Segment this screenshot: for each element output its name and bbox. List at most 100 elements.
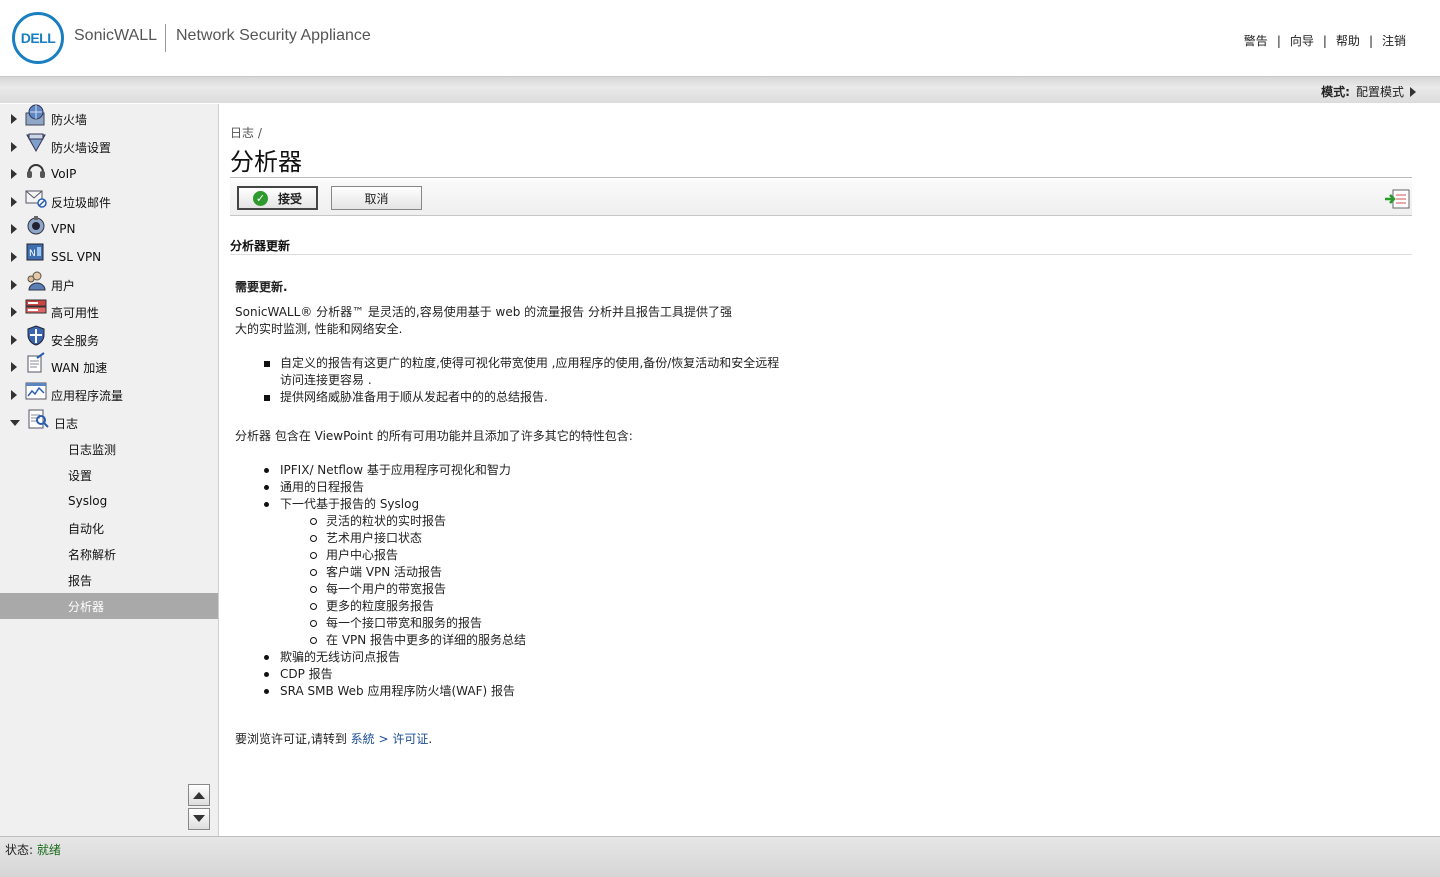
lock-icon [25,214,47,236]
sidebar-item-users[interactable]: 用户 [0,271,218,298]
sidebar-item-label: 防火墙设置 [51,140,112,155]
mode-selector[interactable]: 模式: 配置模式 [1321,83,1416,100]
export-icon[interactable] [1384,189,1410,209]
toolbar: ✓ 接受 取消 [230,180,1412,216]
sidebar-item-antispam[interactable]: 反垃圾邮件 [0,189,218,215]
expand-arrow-icon[interactable] [11,114,17,124]
sidebar-subitem-automation[interactable]: 自动化 [0,515,218,541]
firewall-icon [25,104,47,126]
sidebar-item-log[interactable]: 日志 [0,409,218,436]
logout-link[interactable]: 注销 [1382,32,1406,49]
section-divider [230,254,1412,255]
accept-button[interactable]: ✓ 接受 [237,186,318,210]
section-title: 分析器更新 [230,239,291,253]
sidebar-item-ssl-vpn[interactable]: N SSL VPN [0,242,218,270]
sidebar-item-label: 高可用性 [51,305,100,320]
shield-icon [25,325,47,347]
collapse-arrow-icon[interactable] [10,420,20,426]
headset-icon [25,159,47,181]
sub-list-item: 用户中心报告 [306,547,755,564]
sidebar-subitem-reports[interactable]: 报告 [0,567,218,593]
expand-arrow-icon[interactable] [11,224,17,234]
expand-arrow-icon[interactable] [11,197,17,207]
sidebar-item-label: SSL VPN [51,250,102,264]
alerts-link[interactable]: 警告 [1244,32,1268,49]
list-item-text: 下一代基于报告的 Syslog [280,497,420,511]
license-suffix: . [428,732,433,746]
sidebar-item-high-availability[interactable]: 高可用性 [0,299,218,325]
need-update-heading: 需要更新. [235,280,288,294]
sub-list-item: 客户端 VPN 活动报告 [306,564,755,581]
expand-arrow-icon[interactable] [11,335,17,345]
sidebar-item-firewall[interactable]: 防火墙 [0,104,218,132]
scroll-up-button[interactable] [188,784,210,806]
sidebar-item-firewall-settings[interactable]: 防火墙设置 [0,133,218,160]
sidebar: 防火墙 防火墙设置 VoIP 反垃圾邮件 VPN N SSL VPN 用户 高可… [0,104,219,836]
wizard-link[interactable]: 向导 [1290,32,1314,49]
top-links: 警告 | 向导 | 帮助 | 注销 [1244,32,1406,49]
sidebar-item-vpn[interactable]: VPN [0,216,218,242]
sidebar-item-label: 应用程序流量 [51,388,124,403]
sidebar-subitem-name-resolution[interactable]: 名称解析 [0,541,218,567]
document-arrow-icon [25,352,47,374]
arrow-down-icon [193,815,205,822]
list-item: 下一代基于报告的 Syslog 灵活的粒状的实时报告 艺术用户接口状态 用户中心… [261,496,755,649]
sub-list-item: 在 VPN 报告中更多的详细的服务总结 [306,632,755,649]
expand-arrow-icon[interactable] [11,252,17,262]
system-link[interactable]: 系統 [351,732,375,746]
expand-arrow-icon[interactable] [11,142,17,152]
sidebar-subitem-settings[interactable]: 设置 [0,462,218,488]
expand-arrow-icon[interactable] [11,280,17,290]
license-link[interactable]: > 许可证 [379,732,429,746]
sidebar-item-label: VPN [51,222,76,236]
analyzer-description: 需要更新. SonicWALL® 分析器™ 是灵活的,容易使用基于 web 的流… [235,279,779,748]
list-item: CDP 报告 [261,666,755,683]
sidebar-item-security-services[interactable]: 安全服务 [0,325,218,353]
expand-arrow-icon[interactable] [11,390,17,400]
sub-list-item: 更多的粒度服务报告 [306,598,755,615]
status-value: 就绪 [36,843,61,857]
app-header: DELL SonicWALL Network Security Applianc… [0,0,1440,76]
license-note: 要浏览许可证,请转到 系統 > 许可证. [235,731,755,748]
sidebar-item-wan-acceleration[interactable]: WAN 加速 [0,352,218,380]
mail-icon [25,187,47,209]
sidebar-item-label: VoIP [51,167,77,181]
expand-arrow-icon[interactable] [11,362,17,372]
expand-arrow-icon[interactable] [11,307,17,317]
status-text: 状态: 就绪 [5,841,61,858]
syslog-sub-list: 灵活的粒状的实时报告 艺术用户接口状态 用户中心报告 客户端 VPN 活动报告 … [306,513,755,649]
list-item: IPFIX/ Netflow 基于应用程序可视化和智力 [261,462,755,479]
link-separator: | [1322,33,1327,48]
sidebar-item-voip[interactable]: VoIP [0,161,218,187]
sub-list-item: 每一个接口带宽和服务的报告 [306,615,755,632]
ssl-vpn-icon: N [25,242,47,264]
sidebar-subitem-log-monitor[interactable]: 日志监测 [0,436,218,462]
scroll-down-button[interactable] [188,808,210,830]
sidebar-subitem-analyzer[interactable]: 分析器 [0,593,218,619]
logo-text: DELL [20,30,56,46]
sidebar-item-label: 防火墙 [51,112,88,127]
sidebar-item-label: 反垃圾邮件 [51,195,112,210]
title-divider [230,177,1412,178]
sidebar-item-app-flow[interactable]: 应用程序流量 [0,382,218,408]
sidebar-subitem-syslog[interactable]: Syslog [0,488,218,514]
product-name: Network Security Appliance [176,27,371,44]
dell-logo: DELL [12,12,64,64]
sidebar-item-label: WAN 加速 [51,360,108,375]
mode-label: 模式: [1321,85,1350,99]
link-separator: | [1276,33,1281,48]
breadcrumb: 日志 / [230,126,262,140]
list-item: SRA SMB Web 应用程序防火墙(WAF) 报告 [261,683,755,700]
brand-name: SonicWALL [74,27,157,44]
intro-text: SonicWALL® 分析器™ 是灵活的,容易使用基于 web 的流量报告 分析… [235,305,732,336]
help-link[interactable]: 帮助 [1336,32,1360,49]
svg-text:N: N [29,249,36,259]
expand-arrow-icon[interactable] [11,169,17,179]
link-separator: | [1368,33,1373,48]
mode-value: 配置模式 [1355,85,1404,99]
list-item: 通用的日程报告 [261,479,755,496]
sub-list-item: 灵活的粒状的实时报告 [306,513,755,530]
status-label: 状态: [5,843,34,857]
sidebar-item-label: 用户 [51,278,76,293]
cancel-button[interactable]: 取消 [331,186,422,210]
